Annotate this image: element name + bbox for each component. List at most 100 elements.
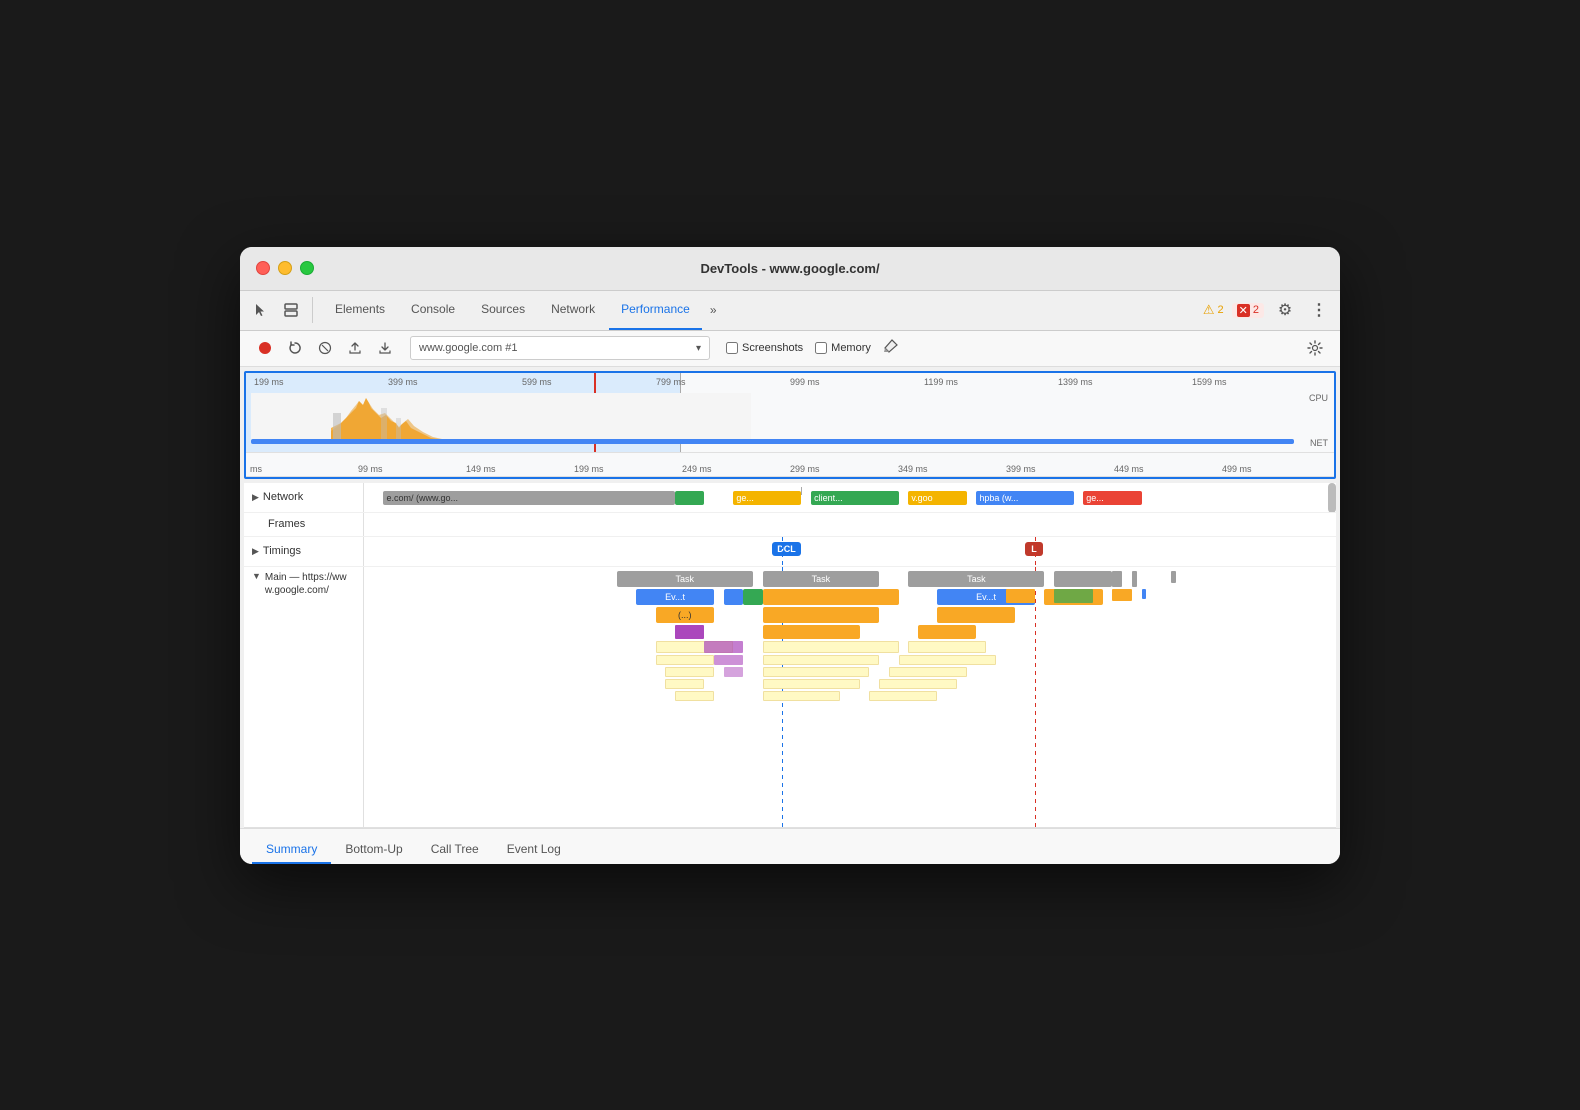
refresh-record-button[interactable] xyxy=(282,335,308,361)
ly-block-13 xyxy=(675,691,714,701)
timeline-ruler: ms 99 ms 149 ms 199 ms 249 ms 299 ms 349… xyxy=(246,453,1334,477)
network-item-client: client... xyxy=(811,491,898,505)
tab-elements[interactable]: Elements xyxy=(323,290,397,330)
layers-icon xyxy=(283,302,299,318)
main-thread-chevron-icon[interactable]: ▼ xyxy=(252,571,261,581)
tab-event-log[interactable]: Event Log xyxy=(493,836,575,864)
refresh-icon xyxy=(288,341,302,355)
time-label-3: 799 ms xyxy=(656,377,790,387)
ruler-label-7: 399 ms xyxy=(1006,464,1114,474)
ly-block-15 xyxy=(869,691,937,701)
url-filter-bar[interactable]: www.google.com #1 ▾ xyxy=(410,336,710,360)
blue-block-small xyxy=(724,589,743,605)
frames-track-content xyxy=(364,513,1336,536)
network-chevron-icon[interactable]: ▶ xyxy=(252,492,259,503)
network-item-ge2: ge... xyxy=(1083,491,1141,505)
yellow-small-right-1 xyxy=(1112,589,1131,601)
maximize-button[interactable] xyxy=(300,261,314,275)
tab-console[interactable]: Console xyxy=(399,290,467,330)
broom-button[interactable] xyxy=(883,338,899,359)
main-thread-content: Task Task Task Ev...t Ev...t (...) xyxy=(364,567,1336,827)
perf-settings-button[interactable] xyxy=(1302,335,1328,361)
memory-label: Memory xyxy=(831,342,871,354)
task-block-3: Task xyxy=(908,571,1044,587)
tab-sources[interactable]: Sources xyxy=(469,290,537,330)
ruler-label-3: 199 ms xyxy=(574,464,682,474)
bottom-tabs-bar: Summary Bottom-Up Call Tree Event Log xyxy=(240,828,1340,864)
timings-track-label: ▶ Timings xyxy=(244,537,364,566)
tab-call-tree[interactable]: Call Tree xyxy=(417,836,493,864)
save-button[interactable] xyxy=(372,335,398,361)
ly-block-10 xyxy=(665,679,704,689)
ruler-label-6: 349 ms xyxy=(898,464,1006,474)
record-icon xyxy=(258,341,272,355)
task-block-4 xyxy=(1054,571,1112,587)
overview-panel[interactable]: ⏸ ⏸ 199 ms 399 ms 599 ms 799 ms 999 ms 1… xyxy=(244,371,1336,479)
tab-more-button[interactable]: » xyxy=(704,299,723,321)
cpu-label: CPU xyxy=(1309,393,1328,403)
tab-bottom-up[interactable]: Bottom-Up xyxy=(331,836,416,864)
clear-button[interactable] xyxy=(312,335,338,361)
memory-checkbox-group: Memory xyxy=(815,342,871,354)
ruler-labels: ms 99 ms 149 ms 199 ms 249 ms 299 ms 349… xyxy=(250,464,1330,474)
gray-small-2 xyxy=(1132,571,1137,587)
network-item-green xyxy=(675,491,704,505)
tab-icon-group xyxy=(248,297,313,323)
screenshots-checkbox[interactable] xyxy=(726,342,738,354)
ly-block-9 xyxy=(889,667,967,677)
close-button[interactable] xyxy=(256,261,270,275)
main-thread-label: ▼ Main — https://www.google.com/ xyxy=(244,567,364,827)
settings-button[interactable]: ⚙ xyxy=(1272,297,1298,323)
warning-icon: ⚠ xyxy=(1203,302,1215,318)
network-item-hpba: hpba (w... xyxy=(976,491,1073,505)
network-item-url: e.com/ (www.go... xyxy=(386,493,458,503)
paren-block-1: (...) xyxy=(656,607,714,623)
event-block-1: Ev...t xyxy=(636,589,714,605)
network-scrollbar[interactable] xyxy=(1328,483,1336,512)
time-label-6: 1399 ms xyxy=(1058,377,1192,387)
yellow-block-5 xyxy=(763,625,860,639)
network-item-ge: ge... xyxy=(733,491,801,505)
record-button[interactable] xyxy=(252,335,278,361)
layers-icon-button[interactable] xyxy=(278,297,304,323)
warning-badge[interactable]: ⚠ 2 xyxy=(1203,302,1224,318)
tab-performance[interactable]: Performance xyxy=(609,290,702,330)
url-dropdown-arrow[interactable]: ▾ xyxy=(696,343,701,354)
traffic-lights xyxy=(256,261,314,275)
overview-cpu-area: ⏸ ⏸ 199 ms 399 ms 599 ms 799 ms 999 ms 1… xyxy=(246,373,1334,453)
ly-block-12 xyxy=(879,679,957,689)
ly-block-11 xyxy=(763,679,860,689)
net-bar xyxy=(251,439,1294,444)
upload-button[interactable] xyxy=(342,335,368,361)
gray-small-3 xyxy=(1171,571,1176,583)
ruler-label-4: 249 ms xyxy=(682,464,790,474)
more-options-button[interactable]: ⋮ xyxy=(1306,297,1332,323)
yellow-block-3 xyxy=(763,607,880,623)
time-label-1: 399 ms xyxy=(388,377,522,387)
frames-track-row: Frames xyxy=(244,513,1336,537)
screenshots-label: Screenshots xyxy=(742,342,803,354)
timings-label-text: Timings xyxy=(263,545,301,557)
cursor-icon-button[interactable] xyxy=(248,297,274,323)
minimize-button[interactable] xyxy=(278,261,292,275)
upload-icon xyxy=(348,341,362,355)
error-badge[interactable]: ✕ 2 xyxy=(1232,303,1264,318)
performance-toolbar: www.google.com #1 ▾ Screenshots Memory xyxy=(240,331,1340,367)
net-separator-1 xyxy=(801,487,802,495)
warning-count: 2 xyxy=(1218,304,1224,316)
devtools-tabs-bar: Elements Console Sources Network Perform… xyxy=(240,291,1340,331)
time-label-0: 199 ms xyxy=(254,377,388,387)
frames-label-text: Frames xyxy=(268,518,305,530)
window-title: DevTools - www.google.com/ xyxy=(700,261,879,276)
ruler-label-0: ms xyxy=(250,464,358,474)
clear-icon xyxy=(318,341,332,355)
memory-checkbox[interactable] xyxy=(815,342,827,354)
yellow-block-6 xyxy=(918,625,976,639)
error-count: 2 xyxy=(1253,304,1259,316)
tab-network[interactable]: Network xyxy=(539,290,607,330)
timings-chevron-icon[interactable]: ▶ xyxy=(252,546,259,557)
ly-block-14 xyxy=(763,691,841,701)
yellow-small-1 xyxy=(1006,589,1035,603)
tab-summary[interactable]: Summary xyxy=(252,836,331,864)
overview-time-labels: 199 ms 399 ms 599 ms 799 ms 999 ms 1199 … xyxy=(246,377,1334,387)
